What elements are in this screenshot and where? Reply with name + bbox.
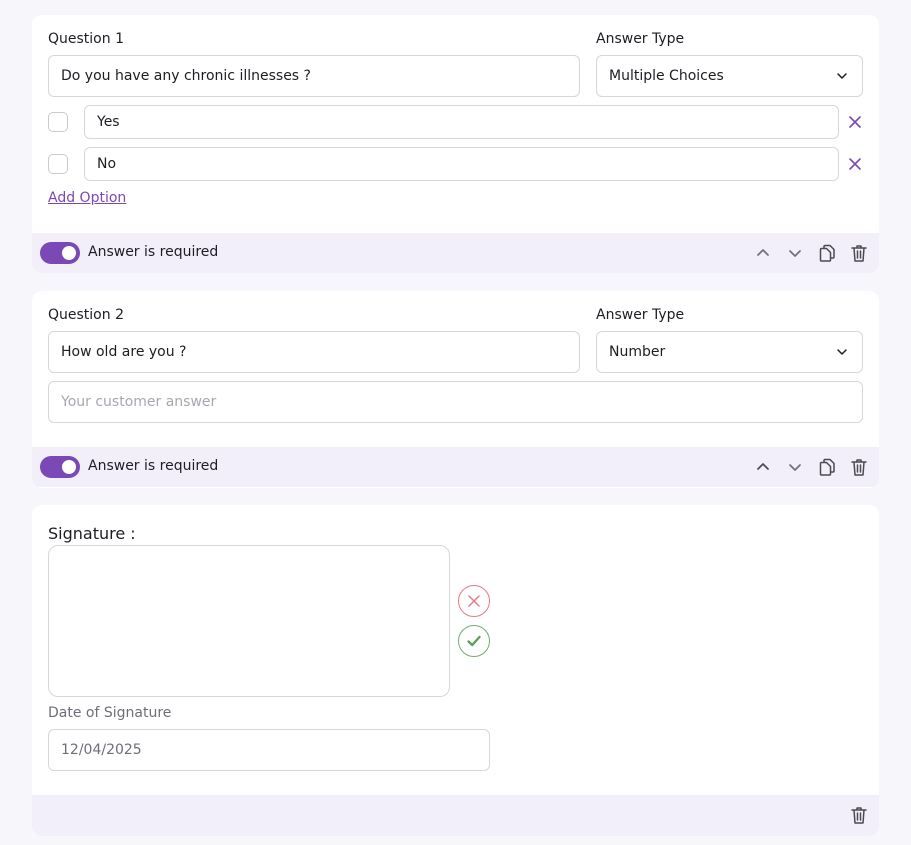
add-option-link[interactable]: Add Option: [48, 190, 126, 206]
required-toggle[interactable]: [40, 242, 80, 264]
answer-type-value: Number: [609, 344, 666, 360]
question-card-1: Question 1 Answer Type Do you have any c…: [32, 15, 879, 273]
chevron-down-icon[interactable]: [785, 457, 805, 477]
required-toggle[interactable]: [40, 456, 80, 478]
required-label: Answer is required: [88, 458, 219, 474]
toggle-knob: [62, 460, 76, 474]
chevron-down-icon[interactable]: [785, 243, 805, 263]
question-footer: Answer is required: [32, 447, 879, 487]
chevron-up-icon[interactable]: [753, 243, 773, 263]
answer-type-select[interactable]: Multiple Choices: [596, 55, 863, 97]
trash-icon[interactable]: [849, 243, 869, 263]
check-icon: [467, 635, 481, 647]
chevron-down-icon: [837, 349, 847, 355]
question-card-2: Question 2 Answer Type How old are you ?…: [32, 291, 879, 488]
close-icon[interactable]: [847, 114, 863, 130]
clear-signature-button[interactable]: [458, 585, 490, 617]
signature-card: Signature : Date of Signature 12/04/2025: [32, 505, 879, 836]
option-checkbox-no[interactable]: [48, 154, 68, 174]
copy-icon[interactable]: [817, 243, 837, 263]
option-checkbox-yes[interactable]: [48, 112, 68, 132]
signature-title: Signature :: [48, 524, 136, 543]
signature-pad[interactable]: [48, 545, 450, 697]
close-icon[interactable]: [847, 156, 863, 172]
required-label: Answer is required: [88, 244, 219, 260]
question-label: Question 2: [48, 307, 124, 323]
confirm-signature-button[interactable]: [458, 625, 490, 657]
trash-icon[interactable]: [849, 805, 869, 825]
chevron-down-icon: [837, 73, 847, 79]
option-input-yes[interactable]: Yes: [84, 105, 839, 139]
chevron-up-icon[interactable]: [753, 457, 773, 477]
answer-type-label: Answer Type: [596, 307, 685, 323]
question-label: Question 1: [48, 31, 124, 47]
answer-type-label: Answer Type: [596, 31, 685, 47]
signature-date-label: Date of Signature: [48, 705, 172, 721]
toggle-knob: [62, 246, 76, 260]
trash-icon[interactable]: [849, 457, 869, 477]
question-text-input[interactable]: Do you have any chronic illnesses ?: [48, 55, 580, 97]
option-input-no[interactable]: No: [84, 147, 839, 181]
question-footer: Answer is required: [32, 233, 879, 273]
answer-preview-input[interactable]: Your customer answer: [48, 381, 863, 423]
signature-date-input[interactable]: 12/04/2025: [48, 729, 490, 771]
answer-type-value: Multiple Choices: [609, 68, 724, 84]
signature-footer: [32, 795, 879, 836]
close-icon: [468, 595, 480, 607]
answer-type-select[interactable]: Number: [596, 331, 863, 373]
copy-icon[interactable]: [817, 457, 837, 477]
question-text-input[interactable]: How old are you ?: [48, 331, 580, 373]
